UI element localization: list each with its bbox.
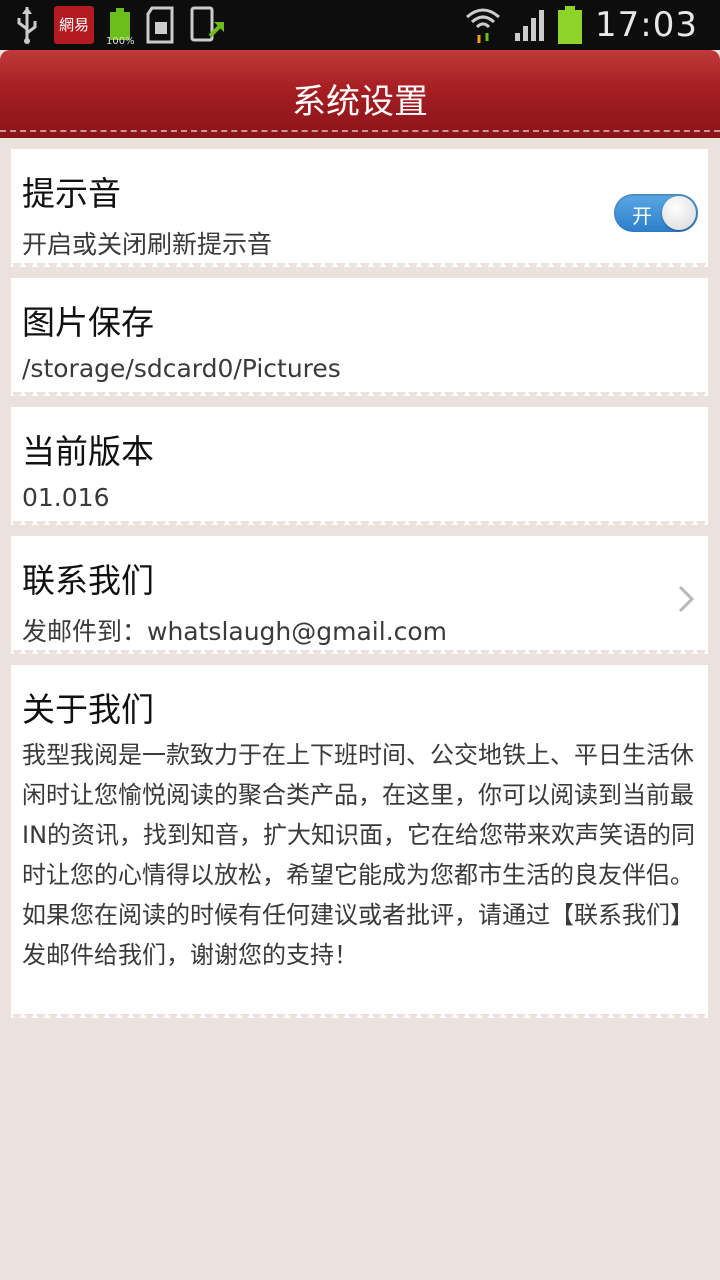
- battery-percent: 100%: [106, 36, 135, 47]
- status-bar: 網易 100% 17:03: [0, 0, 720, 50]
- title-bar: 系统设置: [0, 50, 720, 138]
- wifi-icon: [466, 8, 501, 43]
- setting-version-value: 01.016: [22, 483, 110, 512]
- setting-sound-title: 提示音: [22, 174, 121, 213]
- setting-sound[interactable]: 提示音 开启或关闭刷新提示音 开: [11, 149, 708, 271]
- sd-card-icon: [146, 6, 174, 44]
- battery-icon: 100%: [106, 8, 135, 47]
- battery-full-icon: [558, 6, 583, 44]
- setting-version: 当前版本 01.016: [11, 407, 708, 529]
- about-description: 我型我阅是一款致力于在上下班时间、公交地铁上、平日生活休闲时让您愉悦阅读的聚合类…: [22, 741, 696, 969]
- usb-icon: [17, 7, 37, 44]
- setting-about: 关于我们 我型我阅是一款致力于在上下班时间、公交地铁上、平日生活休闲时让您愉悦阅…: [11, 665, 708, 1022]
- signal-icon: [515, 10, 545, 41]
- setting-version-title: 当前版本: [22, 432, 154, 471]
- setting-save-path-value: /storage/sdcard0/Pictures: [22, 354, 341, 383]
- setting-save-path[interactable]: 图片保存 /storage/sdcard0/Pictures: [11, 278, 708, 400]
- toggle-knob: [662, 196, 696, 230]
- netease-icon: 網易: [54, 6, 94, 44]
- page-title: 系统设置: [292, 82, 428, 122]
- upload-icon: [190, 6, 224, 42]
- setting-contact[interactable]: 联系我们 发邮件到：whatslaugh@gmail.com: [11, 536, 708, 658]
- setting-contact-email: 发邮件到：whatslaugh@gmail.com: [22, 617, 448, 646]
- setting-contact-title: 联系我们: [22, 561, 154, 600]
- toggle-label: 开: [632, 204, 652, 228]
- setting-sound-subtitle: 开启或关闭刷新提示音: [22, 230, 273, 259]
- chevron-right-icon: [678, 585, 695, 613]
- clock: 17:03: [595, 5, 698, 45]
- setting-about-title: 关于我们: [22, 690, 154, 729]
- setting-save-path-title: 图片保存: [22, 303, 154, 342]
- sound-toggle[interactable]: 开: [614, 194, 698, 232]
